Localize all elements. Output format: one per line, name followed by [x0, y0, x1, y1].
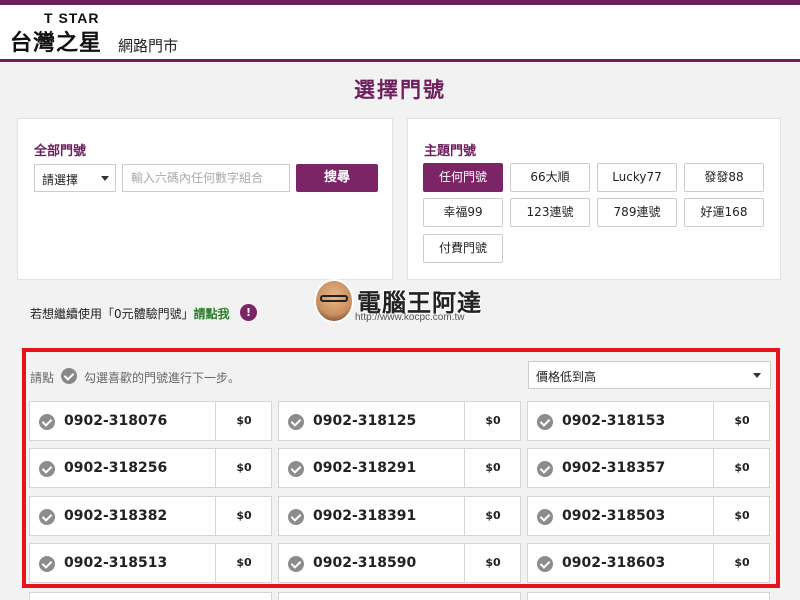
- caret-down-icon: [753, 373, 761, 378]
- trial-notice-text: 若想繼續使用「0元體驗門號」: [30, 307, 194, 321]
- brand-logo[interactable]: 台灣之星: [10, 25, 102, 57]
- sort-select[interactable]: 價格低到高: [528, 361, 771, 389]
- number-price: $0: [734, 556, 750, 569]
- phone-number: 0902-318153: [562, 413, 666, 429]
- number-price: $0: [236, 556, 252, 569]
- number-option-partial[interactable]: [527, 592, 770, 600]
- number-price: $0: [236, 461, 252, 474]
- phone-number: 0902-318125: [313, 413, 417, 429]
- number-option[interactable]: 0902-318590 $0: [278, 543, 521, 583]
- theme-168-button[interactable]: 好運168: [684, 198, 764, 227]
- check-circle-icon: [39, 556, 55, 572]
- number-price: $0: [734, 509, 750, 522]
- phone-number: 0902-318357: [562, 460, 666, 476]
- phone-number: 0902-318291: [313, 460, 417, 476]
- brand-logo-small[interactable]: T STAR: [44, 10, 100, 26]
- number-option-partial[interactable]: [29, 592, 272, 600]
- theme-any-button[interactable]: 任何門號: [423, 163, 503, 192]
- check-circle-icon: [39, 414, 55, 430]
- number-price: $0: [485, 509, 501, 522]
- number-option[interactable]: 0902-318256 $0: [29, 448, 272, 488]
- check-circle-icon: [61, 368, 77, 384]
- number-option[interactable]: 0902-318357 $0: [527, 448, 770, 488]
- number-price: $0: [236, 414, 252, 427]
- theme-789-button[interactable]: 789連號: [597, 198, 677, 227]
- number-price: $0: [734, 414, 750, 427]
- number-price: $0: [734, 461, 750, 474]
- phone-number: 0902-318391: [313, 508, 417, 524]
- check-circle-icon: [288, 509, 304, 525]
- theme-99-button[interactable]: 幸福99: [423, 198, 503, 227]
- number-option[interactable]: 0902-318513 $0: [29, 543, 272, 583]
- number-option-partial[interactable]: [278, 592, 521, 600]
- check-circle-icon: [39, 461, 55, 477]
- phone-number: 0902-318513: [64, 555, 168, 571]
- check-circle-icon: [288, 414, 304, 430]
- trial-link[interactable]: 請點我: [194, 307, 230, 321]
- check-circle-icon: [537, 556, 553, 572]
- search-button[interactable]: 搜尋: [296, 164, 378, 192]
- select-hint-text: 勾選喜歡的門號進行下一步。: [84, 371, 241, 385]
- page-title: 選擇門號: [354, 78, 446, 102]
- all-numbers-title: 全部門號: [34, 144, 87, 159]
- number-option[interactable]: 0902-318503 $0: [527, 496, 770, 536]
- check-circle-icon: [39, 509, 55, 525]
- theme-88-button[interactable]: 發發88: [684, 163, 764, 192]
- number-search-input[interactable]: [122, 164, 290, 192]
- number-option[interactable]: 0902-318391 $0: [278, 496, 521, 536]
- number-option[interactable]: 0902-318382 $0: [29, 496, 272, 536]
- info-exclamation-icon[interactable]: !: [240, 304, 257, 321]
- phone-number: 0902-318590: [313, 555, 417, 571]
- number-option[interactable]: 0902-318076 $0: [29, 401, 272, 441]
- phone-number: 0902-318603: [562, 555, 666, 571]
- prefix-select-value: 請選擇: [42, 173, 79, 187]
- select-hint-prefix: 請點: [30, 371, 55, 385]
- check-circle-icon: [537, 509, 553, 525]
- phone-number: 0902-318076: [64, 413, 168, 429]
- theme-66-button[interactable]: 66大順: [510, 163, 590, 192]
- number-option[interactable]: 0902-318125 $0: [278, 401, 521, 441]
- check-circle-icon: [537, 461, 553, 477]
- prefix-select[interactable]: 請選擇: [34, 164, 116, 192]
- site-header: T STAR 台灣之星 網路門市: [0, 5, 800, 60]
- theme-numbers-title: 主題門號: [424, 144, 477, 159]
- number-price: $0: [485, 556, 501, 569]
- number-option[interactable]: 0902-318291 $0: [278, 448, 521, 488]
- sort-select-value: 價格低到高: [536, 370, 597, 384]
- phone-number: 0902-318256: [64, 460, 168, 476]
- trial-notice: 若想繼續使用「0元體驗門號」請點我: [30, 305, 230, 322]
- number-price: $0: [485, 461, 501, 474]
- number-price: $0: [236, 509, 252, 522]
- theme-123-button[interactable]: 123連號: [510, 198, 590, 227]
- phone-number: 0902-318382: [64, 508, 168, 524]
- number-option[interactable]: 0902-318603 $0: [527, 543, 770, 583]
- watermark-glasses: [320, 295, 348, 302]
- check-circle-icon: [537, 414, 553, 430]
- caret-down-icon: [101, 176, 109, 181]
- theme-lucky77-button[interactable]: Lucky77: [597, 163, 677, 192]
- store-section-label: 網路門市: [118, 37, 179, 55]
- check-circle-icon: [288, 461, 304, 477]
- check-circle-icon: [288, 556, 304, 572]
- phone-number: 0902-318503: [562, 508, 666, 524]
- number-option[interactable]: 0902-318153 $0: [527, 401, 770, 441]
- theme-paid-button[interactable]: 付費門號: [423, 234, 503, 263]
- number-price: $0: [485, 414, 501, 427]
- watermark-url: http://www.kocpc.com.tw: [355, 312, 465, 323]
